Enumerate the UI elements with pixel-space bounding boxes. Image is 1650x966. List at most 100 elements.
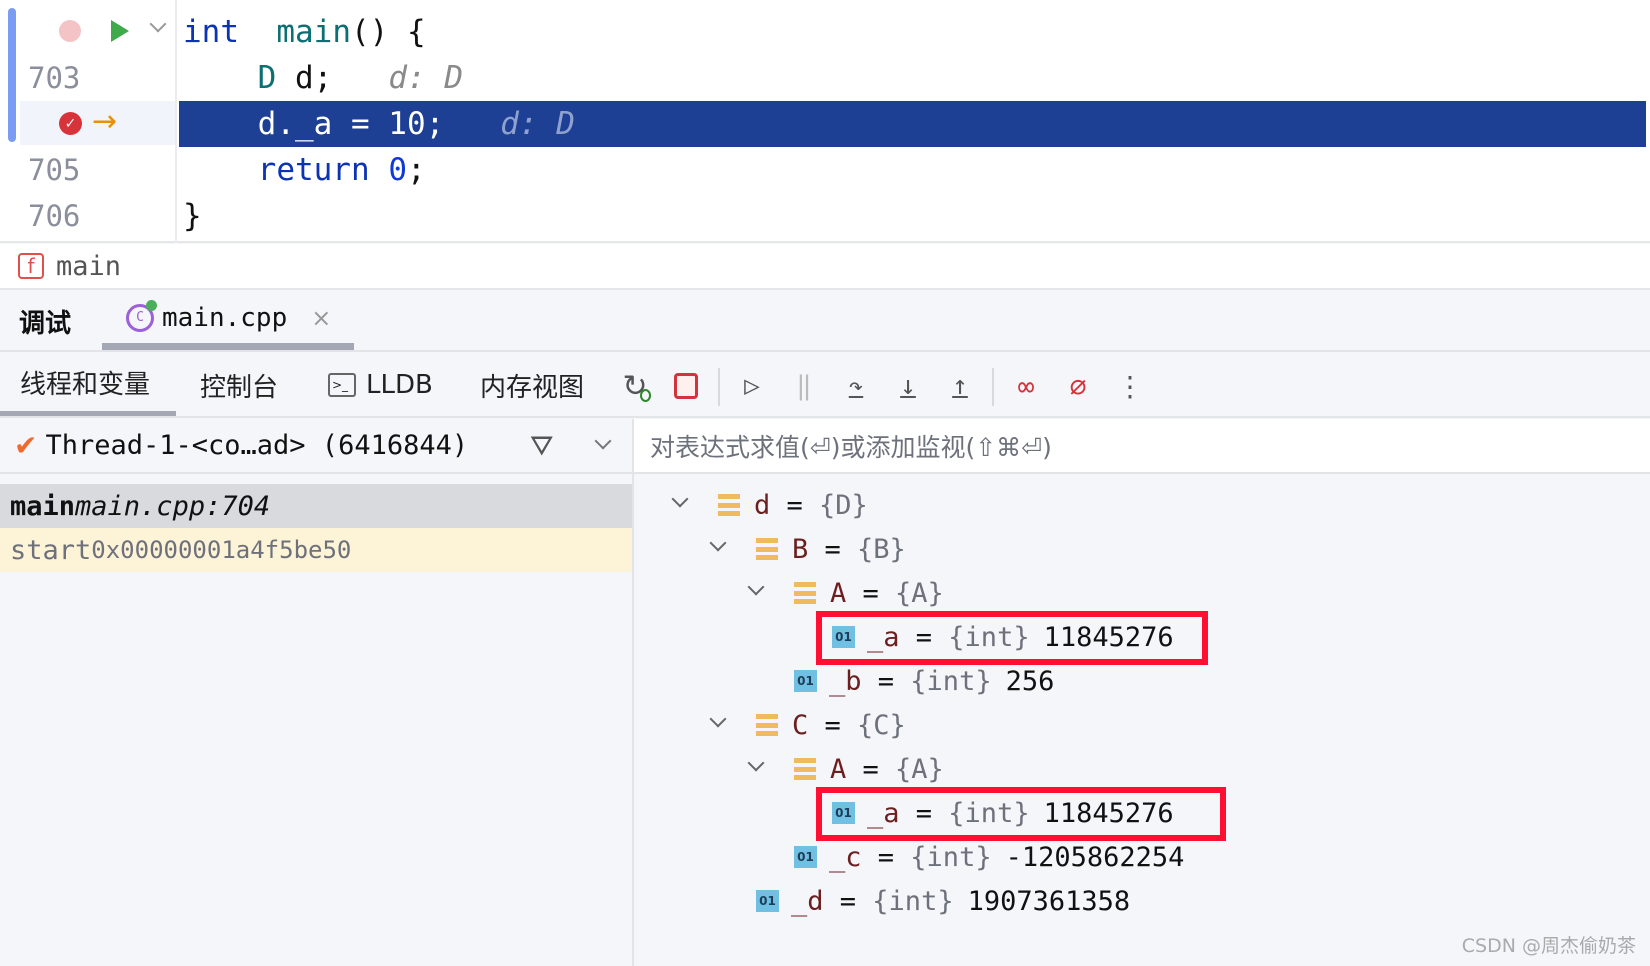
code-line[interactable]: return 0; (183, 147, 1650, 193)
inline-value-hint: d: D (500, 106, 575, 142)
variable-name: B (792, 533, 809, 565)
variable-row[interactable]: C = {C} (709, 703, 920, 747)
watermark: CSDN @周杰偷奶茶 (1461, 935, 1636, 957)
variable-type: {A} (895, 577, 944, 609)
code-token: int (183, 14, 239, 50)
breadcrumb-function[interactable]: main (56, 251, 121, 282)
pause-icon[interactable]: ‖ (786, 368, 822, 404)
highlight-box (816, 787, 1226, 841)
chevron-down-icon[interactable] (709, 534, 727, 552)
variable-type: {C} (857, 709, 906, 741)
highlight-box (816, 611, 1208, 665)
stop-icon[interactable] (668, 368, 704, 404)
equals: = (846, 753, 896, 785)
code-token: d._a = 10; (183, 106, 445, 142)
variable-name: A (830, 753, 847, 785)
equals: = (861, 841, 911, 873)
tab-lldb-label: LLDB (366, 370, 433, 400)
variable-name: _d (791, 885, 824, 917)
variable-row[interactable]: A = {A} (747, 571, 958, 615)
resume-icon[interactable]: ▷ (734, 368, 770, 404)
step-into-icon[interactable]: ↓ (890, 368, 926, 404)
tab-threads-variables[interactable]: 线程和变量 (0, 354, 176, 416)
breadcrumb[interactable]: f main (0, 244, 1650, 290)
variable-row[interactable]: B = {B} (709, 527, 920, 571)
more-options-icon[interactable]: ⋮ (1112, 368, 1148, 404)
editor-gutter[interactable]: ✓ → 703 705 706 (0, 0, 177, 243)
variable-type: {int} (872, 885, 954, 917)
tab-main-cpp[interactable]: C main.cpp × (102, 292, 354, 350)
code-token: } (183, 198, 202, 234)
line-number: 703 (28, 61, 81, 95)
code-token: 0 (388, 152, 407, 188)
chevron-down-icon[interactable] (671, 490, 689, 508)
equals: = (770, 489, 820, 521)
debug-tab-bar: 调试 C main.cpp × (0, 292, 1650, 352)
variable-row[interactable]: 01 _b = {int} 256 (794, 659, 1054, 703)
mute-breakpoints-icon[interactable]: ∅ (1060, 368, 1096, 404)
tab-memory-view[interactable]: 内存视图 (480, 354, 584, 416)
step-out-icon[interactable]: ↑ (942, 368, 978, 404)
variable-name: d (754, 489, 771, 521)
frame-location: 0x00000001a4f5be50 (91, 536, 352, 564)
run-icon[interactable] (111, 20, 129, 42)
variable-type: {int} (910, 841, 992, 873)
check-icon: ✔ (14, 429, 38, 462)
breakpoint-placeholder-icon[interactable] (59, 20, 81, 42)
int-field-icon: 01 (756, 890, 779, 912)
panel-splitter[interactable] (632, 419, 634, 966)
close-icon[interactable]: × (311, 304, 331, 332)
code-editor[interactable]: ✓ → 703 705 706 int main() { D d; d: D d._… (0, 0, 1650, 243)
code-line[interactable]: } (183, 193, 1650, 239)
variable-name: _c (829, 841, 862, 873)
equals: = (846, 577, 896, 609)
step-over-icon[interactable]: ↷ (838, 368, 874, 404)
code-token: D (257, 60, 277, 96)
variable-value: 256 (1005, 665, 1055, 697)
evaluate-expression-input[interactable]: 对表达式求值(⏎)或添加监视(⇧⌘⏎) (634, 419, 1650, 474)
variable-name: C (792, 709, 809, 741)
rerun-debug-icon[interactable]: ↻ (617, 368, 653, 404)
chevron-down-icon[interactable] (709, 710, 727, 728)
variable-row[interactable]: A = {A} (747, 747, 958, 791)
thread-selector[interactable]: ✔ Thread-1-<co…ad> (6416844) ⛛ (0, 419, 632, 474)
change-marker (8, 8, 16, 142)
chevron-down-icon[interactable] (149, 15, 167, 33)
object-icon (756, 538, 778, 560)
variable-type: {D} (819, 489, 868, 521)
object-icon (794, 758, 816, 780)
variable-row[interactable]: d = {D} (671, 483, 882, 527)
line-number: 705 (28, 153, 81, 187)
frame-function: main (10, 490, 76, 522)
filter-icon[interactable]: ⛛ (530, 429, 554, 463)
variable-type: {B} (857, 533, 906, 565)
view-breakpoints-icon[interactable]: ∞ (1008, 368, 1044, 404)
chevron-down-icon[interactable] (594, 432, 612, 450)
object-icon (756, 714, 778, 736)
variable-row[interactable]: 01 _d = {int} 1907361358 (756, 879, 1130, 923)
int-field-icon: 01 (794, 670, 817, 692)
chevron-down-icon[interactable] (747, 578, 765, 596)
code-line[interactable]: int main() { (183, 9, 1650, 55)
frame-item-selected[interactable]: main main.cpp:704 (0, 484, 632, 528)
function-icon: f (18, 253, 44, 279)
current-code-line[interactable]: d._a = 10; d: D (179, 101, 1646, 147)
variable-type: {A} (895, 753, 944, 785)
tab-console[interactable]: 控制台 (200, 354, 278, 416)
frame-item[interactable]: start 0x00000001a4f5be50 (0, 528, 632, 572)
tab-lldb[interactable]: >_ LLDB (328, 354, 433, 416)
chevron-down-icon[interactable] (747, 754, 765, 772)
variable-value: 1907361358 (967, 885, 1131, 917)
equals: = (823, 885, 873, 917)
frame-location: main.cpp:704 (75, 490, 271, 522)
code-line[interactable]: D d; d: D (183, 55, 1650, 101)
inline-value-hint: d: D (388, 60, 463, 96)
breakpoint-hit-icon[interactable]: ✓ (59, 112, 82, 135)
variable-name: _b (829, 665, 862, 697)
variable-row[interactable]: 01 _c = {int} -1205862254 (794, 835, 1184, 879)
equals: = (861, 665, 911, 697)
variable-type: {int} (910, 665, 992, 697)
int-field-icon: 01 (794, 846, 817, 868)
code-token: return (257, 152, 370, 188)
